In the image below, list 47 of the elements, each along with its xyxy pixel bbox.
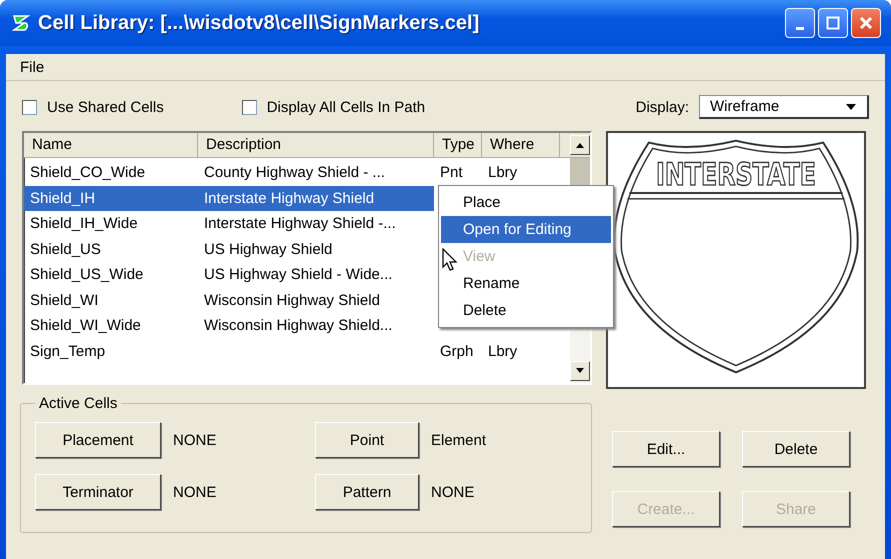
maximize-button[interactable] xyxy=(818,8,848,38)
column-header[interactable]: Name xyxy=(24,133,198,157)
display-label: Display: xyxy=(636,98,689,116)
list-row[interactable]: Shield_WI_Wide Wisconsin Highway Shield... xyxy=(24,313,434,338)
group-title: Active Cells xyxy=(38,395,118,412)
list-row[interactable]: Shield_IH Interstate Highway Shield xyxy=(24,186,434,211)
context-menu-item[interactable]: Rename xyxy=(441,270,611,297)
active-cell-value: NONE xyxy=(431,484,474,500)
list-row[interactable]: Shield_US US Highway Shield xyxy=(24,236,434,262)
menu-item[interactable]: File xyxy=(20,58,44,76)
cell-type-button[interactable]: Point xyxy=(315,422,419,458)
cell-type-button[interactable]: Placement xyxy=(35,422,161,458)
list-row[interactable]: Shield_US_Wide US Highway Shield - Wide... xyxy=(24,262,434,288)
list-row[interactable]: Sign_Temp Grph Lbry xyxy=(24,338,560,364)
column-header[interactable]: Where xyxy=(482,133,560,157)
caret-icon xyxy=(845,102,857,110)
context-menu-item[interactable]: Delete xyxy=(441,297,611,324)
list-row[interactable]: Shield_WI Wisconsin Highway Shield xyxy=(24,288,434,313)
action-button[interactable]: Edit... xyxy=(612,431,720,467)
column-header[interactable]: Description xyxy=(198,133,434,157)
window-title: Cell Library: [...\wisdotv8\cell\SignMarkers.cel] xyxy=(38,12,480,34)
column-header[interactable]: Type xyxy=(434,133,482,157)
checkbox[interactable] xyxy=(22,100,37,114)
minimize-button[interactable] xyxy=(785,8,815,38)
context-menu-item[interactable]: Place xyxy=(441,189,611,216)
close-icon xyxy=(859,16,873,30)
scroll-down-button[interactable] xyxy=(570,361,590,381)
active-cell-value: NONE xyxy=(173,432,216,448)
minimize-icon xyxy=(796,26,804,30)
list-row[interactable]: Shield_IH_Wide Interstate Highway Shield -... xyxy=(24,211,434,236)
mouse-pointer-icon xyxy=(442,248,458,272)
close-button[interactable] xyxy=(851,8,881,38)
cell-type-button[interactable]: Pattern xyxy=(315,474,419,510)
list-row[interactable]: Shield_CO_Wide County Highway Shield - ... Pnt Lbry xyxy=(24,160,560,186)
display-dropdown[interactable]: Wireframe xyxy=(699,95,869,119)
checkbox[interactable] xyxy=(242,100,257,114)
context-menu-item[interactable]: Open for Editing xyxy=(441,216,611,243)
maximize-icon xyxy=(826,16,840,30)
up-arrow-icon xyxy=(575,142,585,148)
checkbox-label: Use Shared Cells xyxy=(47,98,164,116)
active-cell-value: NONE xyxy=(173,484,216,500)
scroll-up-button[interactable] xyxy=(570,135,590,155)
action-button[interactable]: Delete xyxy=(742,431,850,467)
cell-type-button[interactable]: Terminator xyxy=(35,474,161,510)
down-arrow-icon xyxy=(575,368,585,374)
checkbox-label: Display All Cells In Path xyxy=(266,98,426,116)
active-cell-value: Element xyxy=(431,432,486,448)
